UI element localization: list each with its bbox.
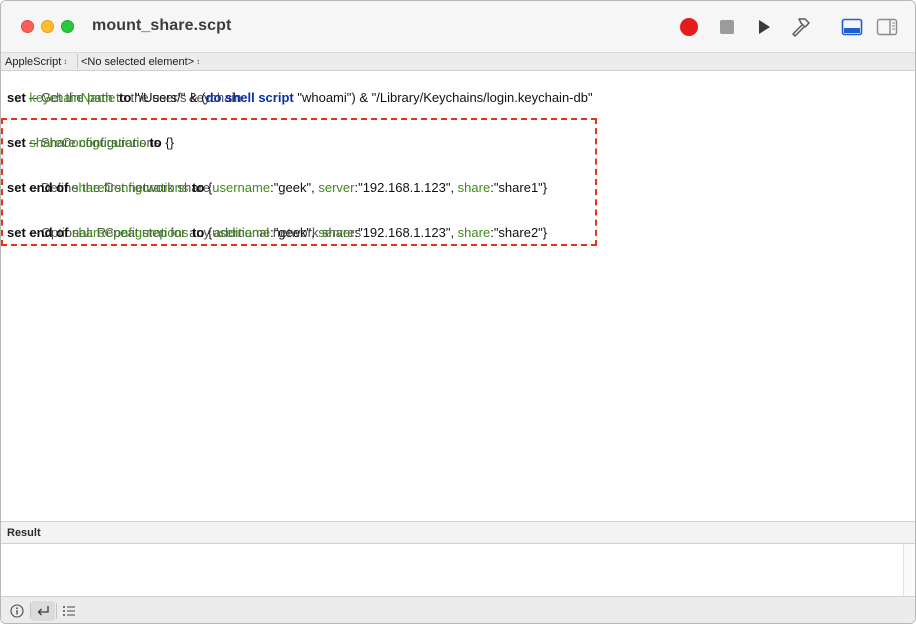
highlight-annotation-box [1, 118, 597, 246]
title-bar: mount_share.scpt [1, 1, 915, 53]
script-editor-window: mount_share.scpt AppleScript ↕ <No selec… [0, 0, 916, 624]
show-inspector-button[interactable] [876, 16, 898, 38]
operator: & ( [185, 90, 206, 105]
list-icon [63, 606, 75, 616]
navigation-bar: AppleScript ↕ <No selected element> ↕ [1, 53, 915, 71]
keyword: set [7, 90, 26, 105]
string: "/Library/Keychains/login.keychain-db" [371, 90, 593, 105]
result-area[interactable] [1, 544, 915, 596]
operator: ) & [351, 90, 372, 105]
code-line-1: -- Get the path to the user's keychain [7, 75, 242, 105]
bottom-bar [1, 596, 915, 623]
element-popup[interactable]: <No selected element> ↕ [77, 54, 200, 69]
run-icon [759, 20, 770, 34]
record-button[interactable] [678, 16, 700, 38]
close-window-button[interactable] [21, 20, 34, 33]
variable: keychainName [29, 90, 116, 105]
script-editor[interactable]: -- Get the path to the user's keychain s… [1, 72, 915, 520]
minimize-window-button[interactable] [41, 20, 54, 33]
sidebar-icon [876, 18, 898, 36]
show-log-button[interactable] [841, 16, 863, 38]
keyword: to [119, 90, 132, 105]
window-title: mount_share.scpt [92, 17, 232, 34]
log-view-button[interactable] [57, 601, 81, 621]
string: "/Users/" [134, 90, 186, 105]
updown-chevron-icon: ↕ [196, 57, 201, 66]
stop-button[interactable] [716, 16, 738, 38]
result-view-button[interactable] [31, 601, 55, 621]
result-label: Result [7, 527, 41, 539]
info-icon [10, 604, 24, 618]
return-arrow-icon [37, 606, 49, 616]
command: do shell script [205, 90, 294, 105]
compile-button[interactable] [790, 16, 812, 38]
result-scrollbar[interactable] [903, 544, 915, 596]
hammer-icon [792, 18, 810, 37]
record-icon [680, 18, 698, 36]
code-line-2: set keychainName to "/Users/" & (do shel… [7, 90, 593, 105]
bottom-panel-icon [841, 18, 863, 36]
zoom-window-button[interactable] [61, 20, 74, 33]
stop-icon [720, 20, 734, 34]
element-label: <No selected element> [81, 56, 195, 68]
language-label: AppleScript [5, 56, 62, 68]
description-button[interactable] [5, 601, 29, 621]
string: "whoami" [297, 90, 352, 105]
language-popup[interactable]: AppleScript ↕ [3, 54, 67, 69]
run-button[interactable] [753, 16, 775, 38]
updown-chevron-icon: ↕ [63, 57, 68, 66]
result-header: Result [1, 521, 915, 544]
